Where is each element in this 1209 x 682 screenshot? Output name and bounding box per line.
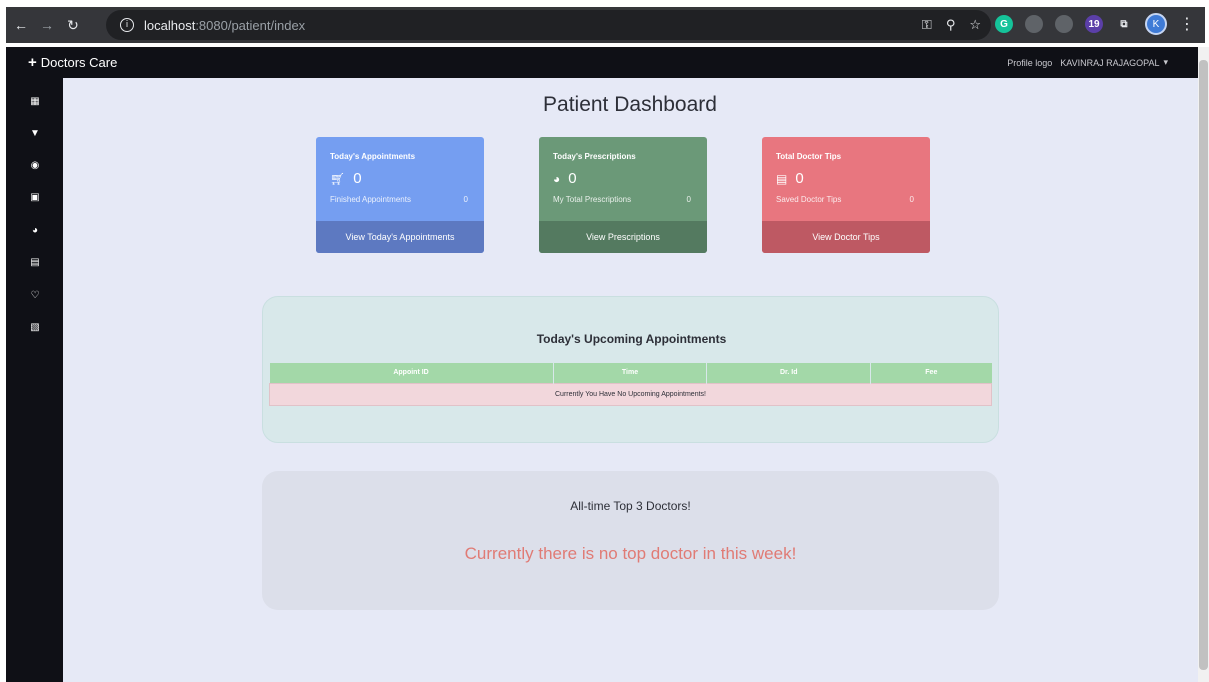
clock-icon[interactable]: ◕	[30, 225, 40, 236]
browser-toolbar: ← → ↻ i localhost:8080/patient/index ⚿ ⚲…	[6, 7, 1205, 43]
card-count-value: 0	[353, 170, 362, 187]
appointments-table: Appoint ID Time Dr. Id Fee Currently You…	[269, 363, 992, 406]
card-sub-label: My Total Prescriptions	[553, 195, 632, 204]
logout-icon[interactable]: ▧	[30, 322, 40, 333]
view-prescriptions-link[interactable]: View Prescriptions	[539, 221, 707, 253]
profile-avatar[interactable]: K	[1145, 13, 1167, 35]
card-count-value: 0	[795, 170, 804, 187]
appointments-card: Today's Appointments 🛒︎ 0 Finished Appoin…	[316, 137, 484, 253]
card-heading: Total Doctor Tips	[776, 152, 842, 161]
profile-menu[interactable]: Profile logo KAVINRAJ RAJAGOPAL ▾	[1007, 57, 1168, 68]
puzzle-extensions-icon[interactable]: ⧉	[1115, 15, 1133, 33]
doctor-tips-card: Total Doctor Tips ▤ 0 Saved Doctor Tips 0…	[762, 137, 930, 253]
extension-badge-icon[interactable]: 19	[1085, 15, 1103, 33]
empty-appointments-message: Currently You Have No Upcoming Appointme…	[269, 382, 992, 406]
card-sub-label: Finished Appointments	[330, 195, 411, 204]
page-scrollbar[interactable]	[1198, 47, 1209, 682]
clock-icon: ◕	[553, 171, 561, 186]
column-header: Appoint ID	[269, 363, 554, 383]
view-doctor-tips-link[interactable]: View Doctor Tips	[762, 221, 930, 253]
prescriptions-card: Today's Prescriptions ◕ 0 My Total Prescr…	[539, 137, 707, 253]
extension-icon[interactable]	[1055, 15, 1073, 33]
upcoming-appointments-panel: Today's Upcoming Appointments Appoint ID…	[262, 296, 999, 443]
column-header: Dr. Id	[706, 363, 872, 383]
cart-icon: 🛒︎	[330, 171, 346, 186]
extension-icon[interactable]	[1025, 15, 1043, 33]
sidebar: ▦ ▼ ◉ ▣ ◕ ▤ ♡ ▧	[6, 78, 63, 682]
reload-icon[interactable]: ↻	[62, 14, 84, 36]
brand-link[interactable]: + Doctors Care	[28, 54, 117, 71]
address-bar[interactable]: i localhost:8080/patient/index ⚿ ⚲ ☆	[106, 10, 991, 40]
card-heading: Today's Appointments	[330, 152, 416, 161]
caret-down-icon: ▾	[1163, 57, 1168, 67]
brand-name: Doctors Care	[40, 55, 118, 70]
key-icon[interactable]: ⚿	[922, 17, 932, 33]
newspaper-icon[interactable]: ▤	[30, 257, 40, 268]
view-appointments-link[interactable]: View Today's Appointments	[316, 221, 484, 253]
no-top-doctor-message: Currently there is no top doctor in this…	[464, 544, 797, 563]
profile-logo: Profile logo	[1007, 57, 1053, 68]
plus-icon: +	[28, 54, 37, 71]
scrollbar-thumb[interactable]	[1199, 60, 1208, 670]
page: ← → ↻ i localhost:8080/patient/index ⚿ ⚲…	[0, 0, 1209, 682]
top-doctors-panel: All-time Top 3 Doctors! Currently there …	[262, 471, 999, 610]
table-header-row: Appoint ID Time Dr. Id Fee	[269, 363, 992, 383]
page-title: Patient Dashboard	[543, 93, 717, 116]
card-count: ◕ 0	[553, 170, 577, 187]
extensions-area: G 19 ⧉ K ⋮	[995, 13, 1195, 35]
heart-icon[interactable]: ♡	[30, 290, 40, 301]
card-count-value: 0	[568, 170, 577, 187]
table-row: Currently You Have No Upcoming Appointme…	[269, 382, 992, 406]
card-sub-value: 0	[909, 195, 914, 204]
user-name: KAVINRAJ RAJAGOPAL	[1060, 57, 1160, 68]
newspaper-icon: ▤	[776, 171, 788, 186]
card-heading: Today's Prescriptions	[553, 152, 636, 161]
target-icon[interactable]: ◉	[30, 160, 40, 171]
url-host: localhost	[144, 17, 196, 33]
zoom-icon[interactable]: ⚲	[946, 17, 956, 33]
bookmark-star-icon[interactable]: ☆	[969, 17, 981, 33]
back-icon[interactable]: ←	[10, 14, 32, 36]
column-header: Fee	[870, 363, 992, 383]
app-navbar: + Doctors Care Profile logo KAVINRAJ RAJ…	[6, 47, 1198, 78]
panel-title: Today's Upcoming Appointments	[536, 332, 727, 346]
card-count: ▤ 0	[776, 170, 804, 187]
site-info-icon[interactable]: i	[120, 18, 134, 32]
url-path: :8080/patient/index	[195, 17, 306, 33]
cart-icon[interactable]: ▼	[30, 128, 40, 139]
card-sub-value: 0	[463, 195, 468, 204]
forward-icon[interactable]: →	[36, 14, 58, 36]
card-icon[interactable]: ▣	[30, 192, 40, 203]
browser-menu-icon[interactable]: ⋮	[1179, 14, 1195, 34]
url-text: localhost:8080/patient/index	[144, 18, 305, 33]
card-count: 🛒︎ 0	[330, 170, 362, 187]
card-sub-value: 0	[686, 195, 691, 204]
column-header: Time	[553, 363, 708, 383]
grammarly-extension-icon[interactable]: G	[995, 15, 1013, 33]
panel-title: All-time Top 3 Doctors!	[570, 499, 691, 513]
card-sub-label: Saved Doctor Tips	[776, 195, 842, 204]
